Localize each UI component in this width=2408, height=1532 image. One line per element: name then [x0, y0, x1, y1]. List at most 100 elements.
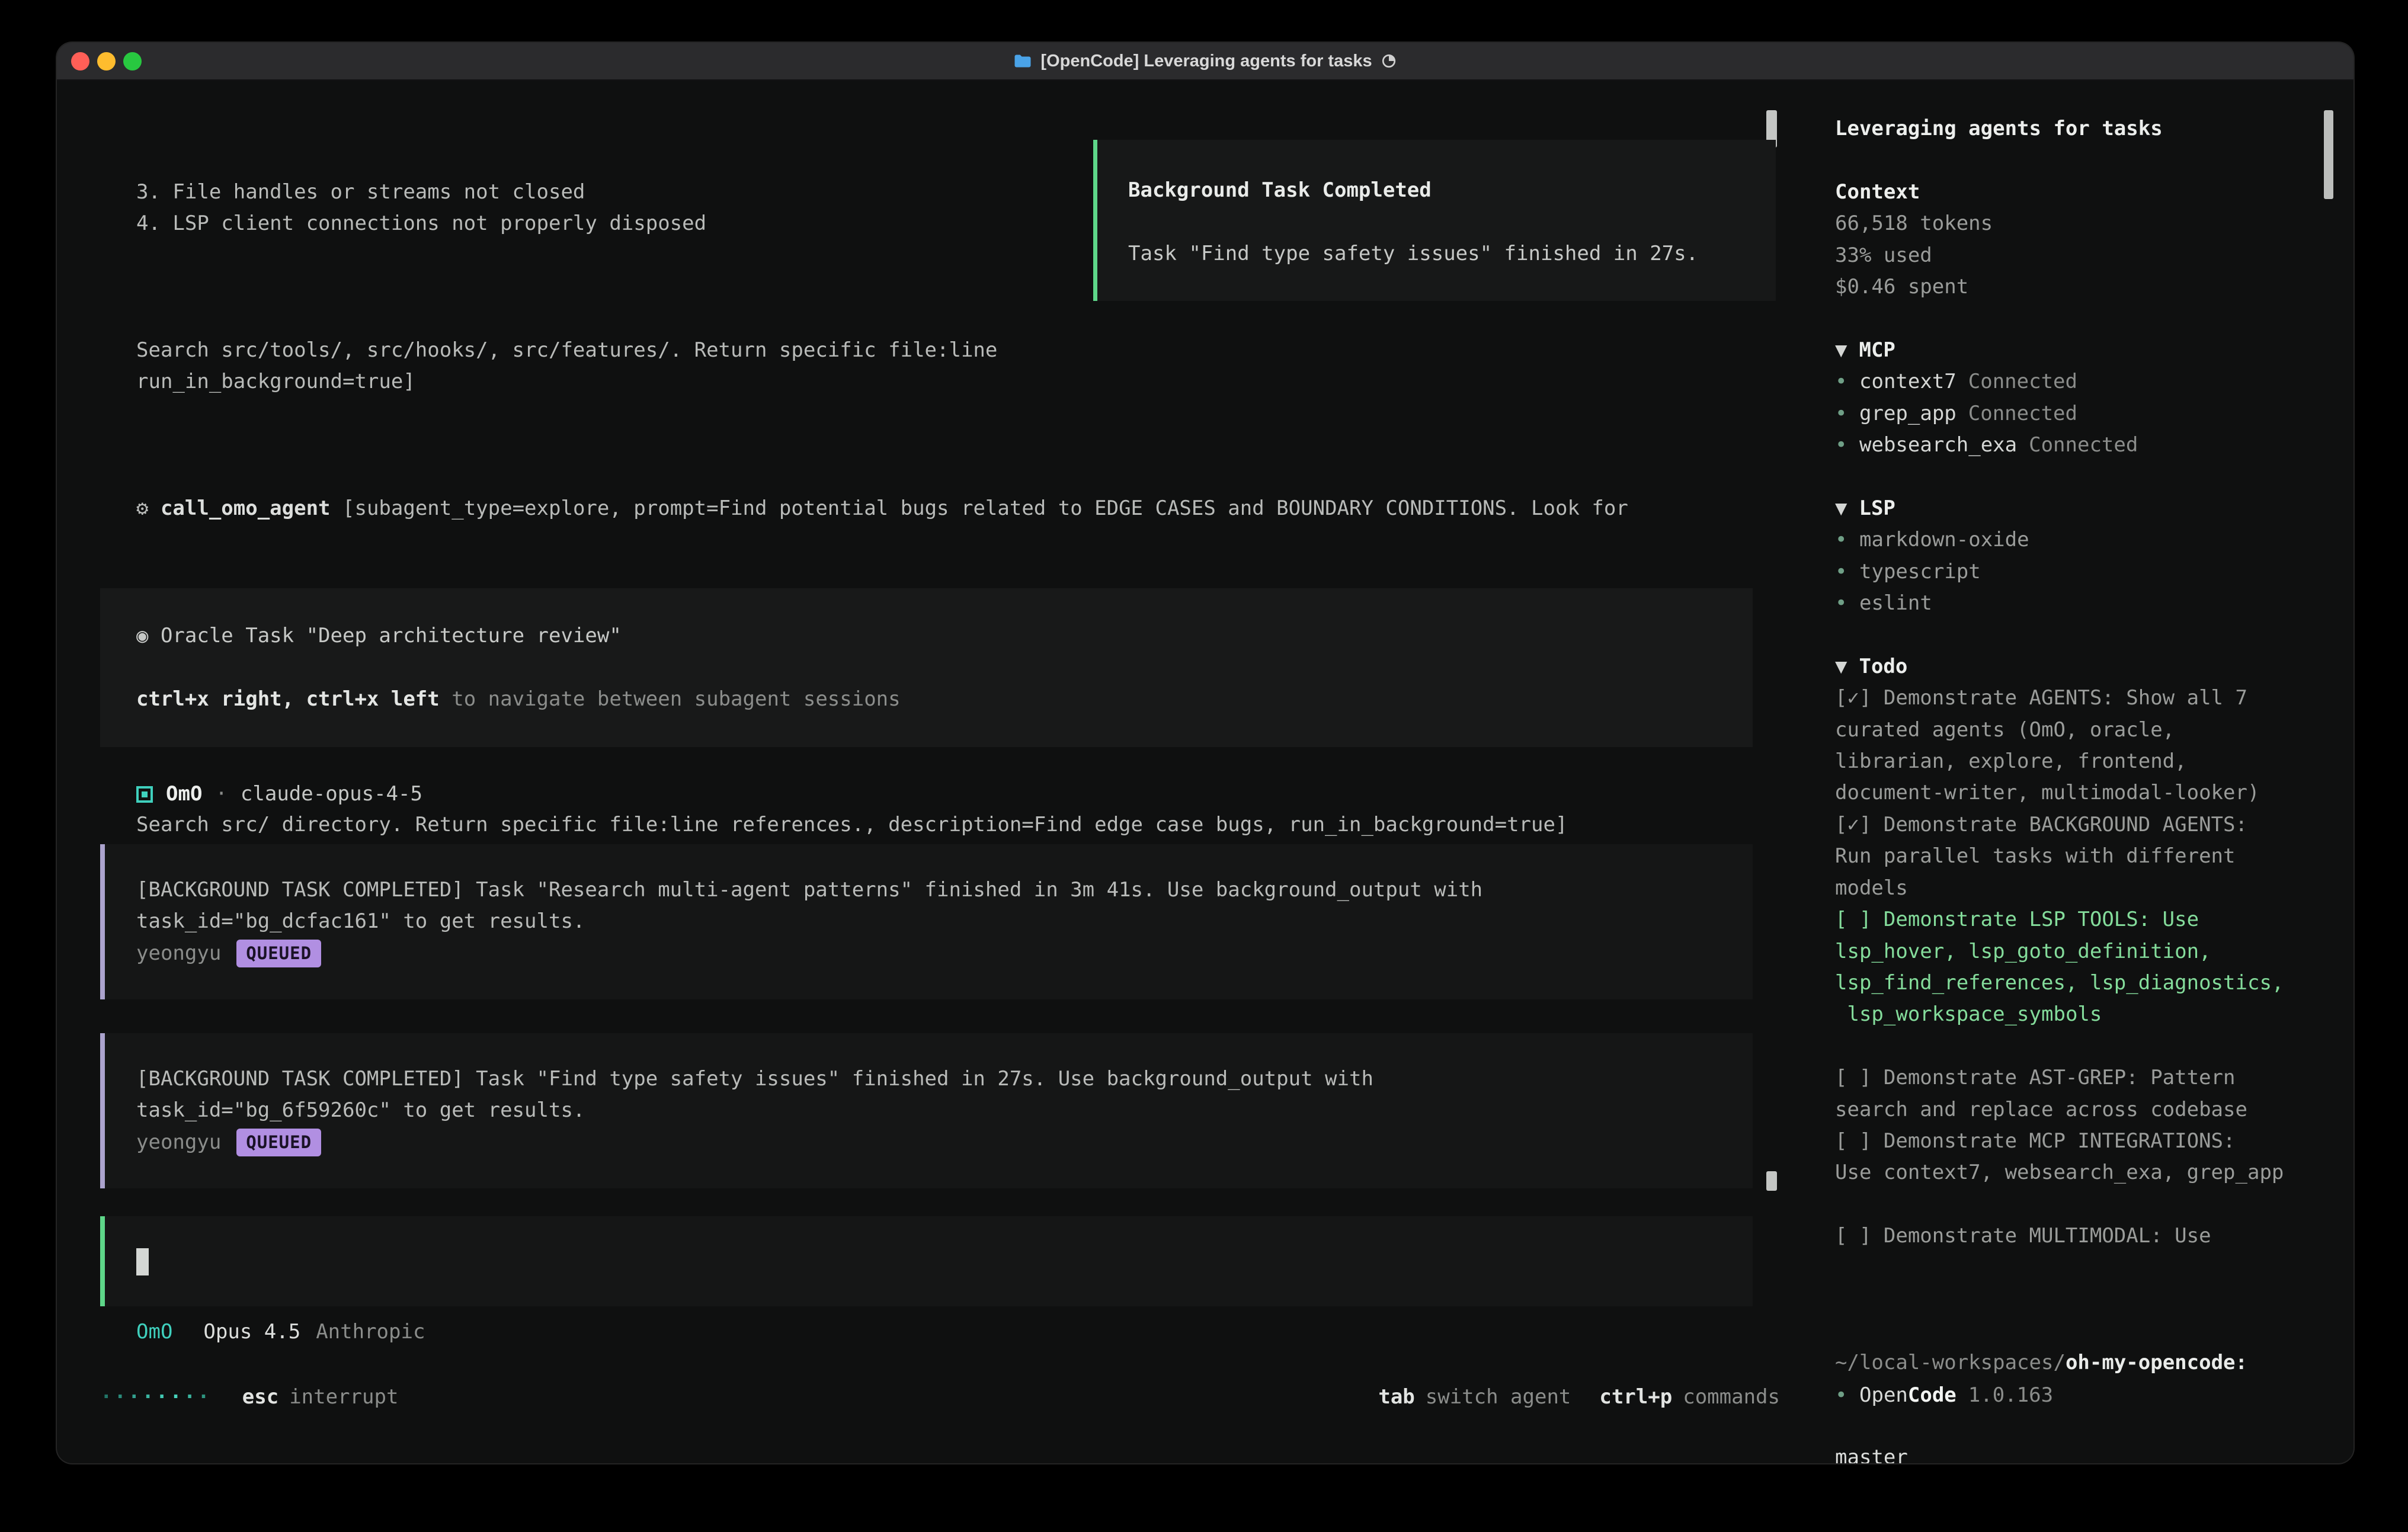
- todo-heading: Todo: [1859, 655, 1907, 678]
- subagent-nav-hint: ctrl+x right, ctrl+x left to navigate be…: [136, 684, 1729, 715]
- bullet-icon: [1835, 398, 1859, 430]
- workspace-path-prefix: ~/local-workspaces/: [1835, 1351, 2066, 1374]
- tool-call-line: call_omo_agent [subagent_type=explore, p…: [136, 493, 1628, 524]
- message-text: [BACKGROUND TASK COMPLETED] Task "Resear…: [136, 874, 1729, 938]
- workspace-branch: master: [1835, 1442, 2336, 1463]
- prompt-input[interactable]: [100, 1216, 1753, 1306]
- tab-key-hint: tab: [1378, 1382, 1414, 1413]
- message-meta: yeongyu QUEUED: [136, 1127, 1729, 1158]
- oracle-task-title-text: Oracle Task "Deep architecture review": [161, 624, 622, 648]
- message-background-task-2: [BACKGROUND TASK COMPLETED] Task "Find t…: [100, 1033, 1753, 1188]
- close-window-button[interactable]: [71, 52, 89, 70]
- lsp-section-header[interactable]: LSP: [1835, 493, 2336, 524]
- text-cursor: [136, 1248, 149, 1275]
- todo-item-mcp-integrations: [ ] Demonstrate MCP INTEGRATIONS: Use co…: [1835, 1126, 2336, 1189]
- zoom-window-button[interactable]: [123, 52, 142, 70]
- titlebar[interactable]: [OpenCode] Leveraging agents for tasks: [57, 43, 2353, 81]
- active-model: Opus 4.5: [203, 1316, 300, 1348]
- oracle-task-title: Oracle Task "Deep architecture review": [136, 620, 1729, 652]
- background-task-notification: Background Task Completed Task "Find typ…: [1093, 140, 1776, 301]
- nav-hint-text: to navigate between subagent sessions: [451, 687, 900, 711]
- agent-name: OmO: [166, 778, 202, 810]
- mcp-status: Connected: [1968, 370, 2077, 393]
- collapse-triangle-icon: [1835, 338, 1847, 362]
- lsp-name: markdown-oxide: [1859, 528, 2029, 552]
- todo-item-background-agents: [✓] Demonstrate BACKGROUND AGENTS: Run p…: [1835, 809, 2336, 904]
- lsp-item: markdown-oxide: [1835, 524, 2336, 556]
- tool-call-args: [subagent_type=explore, prompt=Find pote…: [342, 496, 1628, 520]
- workspace-path-line: ~/local-workspaces/oh-my-opencode:: [1835, 1347, 2336, 1379]
- model-info-line: OmO Opus 4.5 Anthropic: [136, 1316, 425, 1348]
- todo-item-lsp-tools: [ ] Demonstrate LSP TOOLS: Use lsp_hover…: [1835, 904, 2336, 1031]
- bullet-icon: [1835, 366, 1859, 398]
- todo-section-header[interactable]: Todo: [1835, 651, 2336, 682]
- spinner-dots: ········: [100, 1382, 212, 1413]
- lsp-item: eslint: [1835, 588, 2336, 619]
- gear-icon: [136, 496, 161, 520]
- mcp-name: context7: [1859, 370, 1956, 393]
- session-title: Leveraging agents for tasks: [1835, 113, 2336, 145]
- mcp-section-header[interactable]: MCP: [1835, 335, 2336, 366]
- message-text: [BACKGROUND TASK COMPLETED] Task "Find t…: [136, 1063, 1729, 1127]
- workspace-repo: oh-my-opencode:: [2066, 1351, 2247, 1374]
- session-sidebar: Leveraging agents for tasks Context 66,5…: [1814, 79, 2353, 1463]
- search-directory-line: Search src/ directory. Return specific f…: [136, 809, 1628, 841]
- window-title: [OpenCode] Leveraging agents for tasks: [1014, 52, 1396, 71]
- nav-hint-keys: ctrl+x right, ctrl+x left: [136, 687, 440, 711]
- mcp-status: Connected: [1968, 402, 2077, 425]
- model-provider: Anthropic: [316, 1316, 425, 1348]
- todo-item-ast-grep: [ ] Demonstrate AST-GREP: Pattern search…: [1835, 1062, 2336, 1126]
- ctrl-p-key-label: commands: [1683, 1382, 1780, 1413]
- context-heading: Context: [1835, 177, 2336, 208]
- brand-code: Code: [1908, 1383, 1956, 1407]
- sidebar-scrollbar-thumb[interactable]: [2324, 110, 2333, 199]
- esc-key-label: interrupt: [289, 1382, 398, 1413]
- brand-open: Open: [1859, 1383, 1908, 1407]
- bullet-icon: [1835, 524, 1859, 556]
- mcp-item: grep_app Connected: [1835, 398, 2336, 430]
- mcp-item: context7 Connected: [1835, 366, 2336, 398]
- bullet-icon: [1835, 1380, 1859, 1411]
- collapse-triangle-icon: [1835, 655, 1847, 678]
- workspace-path: ~/local-workspaces/oh-my-opencode: maste…: [1835, 1284, 2336, 1463]
- tab-key-label: switch agent: [1426, 1382, 1571, 1413]
- mcp-name: websearch_exa: [1859, 433, 2017, 457]
- queued-badge: QUEUED: [236, 940, 321, 967]
- active-agent: OmO: [136, 1316, 172, 1348]
- status-bar: ········ esc interrupt tab switch agent …: [100, 1382, 1780, 1413]
- message-background-task-1: [BACKGROUND TASK COMPLETED] Task "Resear…: [100, 844, 1753, 999]
- lsp-name: typescript: [1859, 560, 1981, 584]
- lsp-heading: LSP: [1859, 496, 1895, 520]
- fisheye-icon: [136, 624, 161, 648]
- agent-model: claude-opus-4-5: [241, 778, 422, 810]
- lsp-name: eslint: [1859, 591, 1932, 615]
- agent-omo-icon: [136, 786, 153, 803]
- opencode-version-line: OpenCode 1.0.163: [1835, 1380, 2053, 1411]
- status-bar-right: tab switch agent ctrl+p commands: [1378, 1382, 1780, 1413]
- mcp-name: grep_app: [1859, 402, 1956, 425]
- clock-icon: [1381, 53, 1397, 69]
- notification-title: Background Task Completed: [1128, 175, 1752, 206]
- mcp-item: websearch_exa Connected: [1835, 430, 2336, 461]
- mcp-heading: MCP: [1859, 338, 1895, 362]
- separator-dot-icon: ·: [215, 778, 227, 810]
- oracle-task-panel: Oracle Task "Deep architecture review" c…: [100, 588, 1753, 747]
- agent-header: OmO · claude-opus-4-5: [136, 778, 422, 810]
- terminal-window: [OpenCode] Leveraging agents for tasks 3…: [57, 43, 2353, 1463]
- context-used: 33% used: [1835, 240, 2336, 271]
- todo-item-multimodal: [ ] Demonstrate MULTIMODAL: Use: [1835, 1220, 2336, 1252]
- todo-item-agents: [✓] Demonstrate AGENTS: Show all 7 curat…: [1835, 682, 2336, 809]
- message-scrollbar-thumb[interactable]: [1766, 1171, 1777, 1191]
- mcp-status: Connected: [2029, 433, 2138, 457]
- version-number: 1.0.163: [1968, 1383, 2053, 1407]
- esc-key-hint: esc: [242, 1382, 278, 1413]
- window-title-text: [OpenCode] Leveraging agents for tasks: [1040, 52, 1372, 71]
- bullet-icon: [1835, 588, 1859, 619]
- queued-badge: QUEUED: [236, 1129, 321, 1156]
- tool-call-name: call_omo_agent: [161, 496, 331, 520]
- context-spent: $0.46 spent: [1835, 271, 2336, 303]
- notification-body: Task "Find type safety issues" finished …: [1128, 238, 1752, 270]
- message-author: yeongyu: [136, 1127, 221, 1158]
- bullet-icon: [1835, 556, 1859, 588]
- minimize-window-button[interactable]: [97, 52, 116, 70]
